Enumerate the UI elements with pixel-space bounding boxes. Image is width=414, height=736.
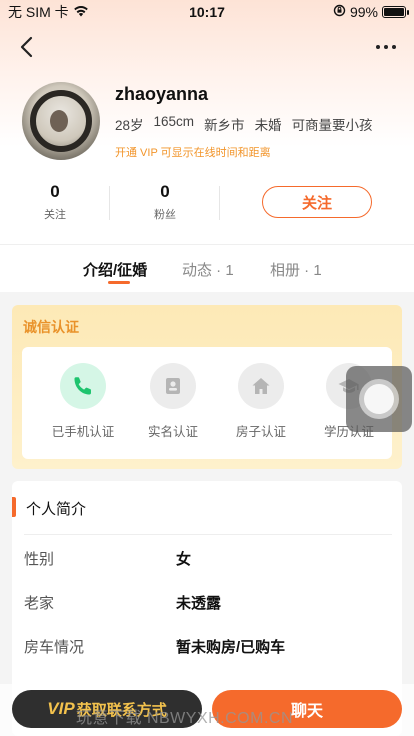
intro-row-house-car: 房车情况 暂未购房/已购车	[24, 636, 392, 660]
vip-badge: VIP	[47, 699, 75, 718]
nav-bar	[0, 28, 414, 66]
certification-card: 诚信认证 已手机认证 实名认证 房子认证 学历认证	[12, 305, 402, 469]
intro-value: 暂未购房/已购车	[176, 639, 286, 656]
intro-title: 个人简介	[26, 501, 87, 518]
rotation-lock-icon	[333, 4, 346, 20]
intro-value: 未透露	[176, 595, 222, 612]
intro-row-gender: 性别 女	[24, 548, 392, 572]
user-meta: 28岁 165cm 新乡市 未婚 可商量要小孩	[115, 114, 373, 134]
id-card-icon	[150, 363, 196, 409]
intro-key: 老家	[24, 595, 55, 612]
assistive-touch-button[interactable]	[346, 366, 412, 432]
certification-title: 诚信认证	[23, 319, 79, 335]
wifi-icon	[73, 4, 89, 20]
meta-city: 新乡市	[204, 118, 245, 133]
phone-icon	[60, 363, 106, 409]
cert-item-phone[interactable]: 已手机认证	[38, 363, 128, 440]
stat-followers-count: 0	[160, 182, 170, 201]
intro-key: 房车情况	[24, 639, 85, 656]
tab-album[interactable]: 相册 · 1	[270, 259, 322, 280]
follow-button[interactable]: 关注	[262, 186, 372, 218]
avatar[interactable]	[22, 82, 100, 160]
intro-row-hometown: 老家 未透露	[24, 592, 392, 616]
intro-key: 性别	[24, 551, 55, 568]
vip-tip-link[interactable]: 开通 VIP 可显示在线时间和距离	[115, 144, 271, 160]
tab-bar: 介绍/征婚 动态 · 1 相册 · 1	[0, 244, 414, 292]
tab-moments[interactable]: 动态 · 1	[182, 259, 234, 280]
cert-item-realname[interactable]: 实名认证	[128, 363, 218, 440]
watermark-text: 玩意下载 NBWYXH.COM.CN	[76, 710, 294, 727]
user-name: zhaoyanna	[115, 84, 209, 104]
battery-icon	[382, 6, 409, 18]
carrier-label: 无 SIM 卡	[8, 4, 69, 20]
back-icon[interactable]	[14, 35, 38, 59]
cert-item-house[interactable]: 房子认证	[216, 363, 306, 440]
intro-divider	[24, 534, 392, 535]
stat-followers[interactable]: 0 粉丝	[110, 182, 220, 222]
certification-list: 已手机认证 实名认证 房子认证 学历认证	[22, 347, 392, 459]
status-bar: 无 SIM 卡 10:17 99%	[0, 0, 414, 24]
stat-following-label: 关注	[44, 209, 66, 221]
cert-label-phone: 已手机认证	[51, 425, 115, 439]
meta-age: 28岁	[115, 118, 144, 133]
tab-intro[interactable]: 介绍/征婚	[83, 259, 147, 280]
stat-following[interactable]: 0 关注	[0, 182, 110, 222]
meta-height: 165cm	[153, 114, 195, 129]
stat-followers-label: 粉丝	[154, 209, 176, 221]
more-options-icon[interactable]	[372, 35, 400, 59]
battery-percent: 99%	[349, 4, 378, 20]
stat-following-count: 0	[50, 182, 60, 201]
cert-label-house: 房子认证	[235, 425, 286, 439]
intro-value: 女	[176, 551, 192, 568]
stats-divider	[219, 186, 220, 220]
meta-children: 可商量要小孩	[291, 118, 373, 133]
tab-active-indicator	[108, 281, 130, 284]
cert-label-realname: 实名认证	[147, 425, 198, 439]
meta-marital: 未婚	[254, 118, 282, 133]
intro-accent-bar	[12, 497, 16, 517]
profile-header: zhaoyanna 28岁 165cm 新乡市 未婚 可商量要小孩 开通 VIP…	[22, 82, 402, 162]
house-icon	[238, 363, 284, 409]
